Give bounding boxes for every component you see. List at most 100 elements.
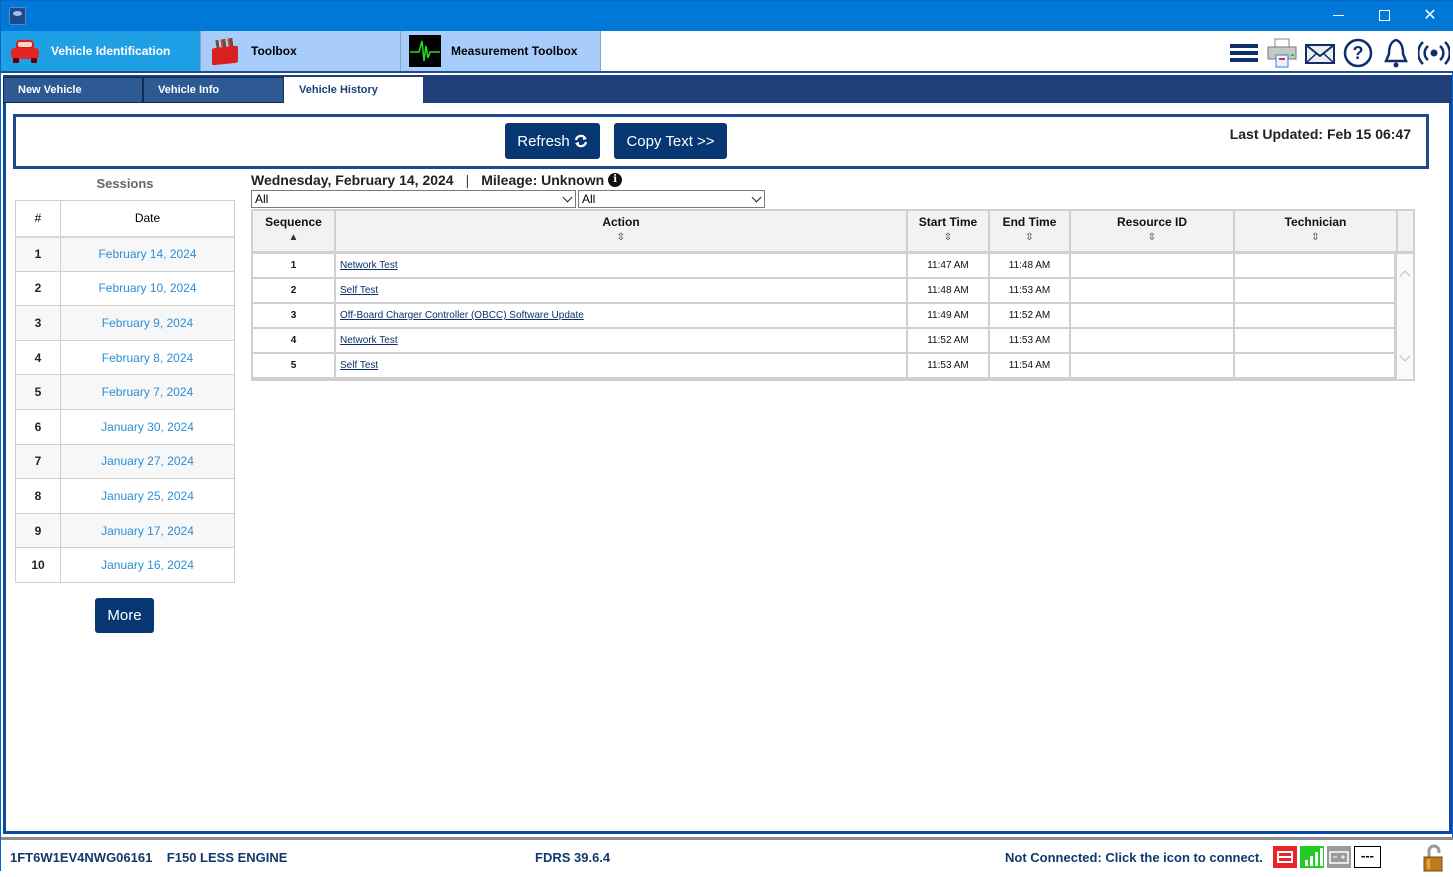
sessions-header-date: Date xyxy=(60,200,235,238)
connection-status[interactable]: Not Connected: Click the icon to connect… xyxy=(1005,850,1263,865)
info-icon[interactable]: i xyxy=(608,173,623,187)
secondary-filter-select[interactable]: All xyxy=(578,190,765,208)
session-num: 3 xyxy=(15,305,61,341)
maximize-button[interactable] xyxy=(1361,1,1407,31)
vehicle-id-label: 1FT6W1EV4NWG06161 F150 LESS ENGINE xyxy=(10,850,287,865)
session-row[interactable]: 1 February 14, 2024 xyxy=(15,236,235,272)
header-separator: | xyxy=(465,172,470,188)
cell-action: Network Test xyxy=(336,254,908,277)
top-icon-bar: ? xyxy=(1228,37,1450,69)
cell-start-time: 11:52 AM xyxy=(908,329,990,352)
tab-label: Measurement Toolbox xyxy=(451,44,578,58)
session-row[interactable]: 3 February 9, 2024 xyxy=(15,305,235,341)
version-label: FDRS 39.6.4 xyxy=(535,850,611,865)
cell-action: Off-Board Charger Controller (OBCC) Soft… xyxy=(336,304,908,327)
cell-end-time: 11:53 AM xyxy=(990,329,1071,352)
unlock-icon[interactable] xyxy=(1421,844,1445,872)
session-date-link[interactable]: February 7, 2024 xyxy=(60,374,235,410)
column-header-technician[interactable]: Technician ⇳ xyxy=(1235,211,1398,251)
cell-resource-id xyxy=(1071,279,1235,302)
session-date-link[interactable]: February 10, 2024 xyxy=(60,270,235,307)
refresh-button[interactable]: Refresh xyxy=(505,123,600,159)
session-row[interactable]: 9 January 17, 2024 xyxy=(15,512,235,549)
chevron-down-icon xyxy=(562,192,573,203)
action-link[interactable]: Self Test xyxy=(340,360,378,371)
vin-text: 1FT6W1EV4NWG06161 xyxy=(10,850,153,865)
session-date-link[interactable]: February 8, 2024 xyxy=(60,339,235,376)
column-header-resource-id[interactable]: Resource ID ⇳ xyxy=(1071,211,1235,251)
cell-technician xyxy=(1235,279,1396,302)
session-date-link[interactable]: January 16, 2024 xyxy=(60,547,235,583)
cell-start-time: 11:53 AM xyxy=(908,354,990,377)
session-row[interactable]: 10 January 16, 2024 xyxy=(15,547,235,583)
cell-sequence: 2 xyxy=(253,279,336,302)
history-table: Sequence ▲ Action ⇳ Start Time ⇳ End Tim… xyxy=(251,209,1415,381)
action-link[interactable]: Network Test xyxy=(340,260,398,271)
minimize-button[interactable] xyxy=(1315,1,1361,31)
session-date-link[interactable]: February 14, 2024 xyxy=(60,236,235,272)
session-num: 6 xyxy=(15,408,61,445)
cell-action: Self Test xyxy=(336,279,908,302)
title-bar: ✕ xyxy=(1,1,1453,31)
mail-icon[interactable] xyxy=(1304,37,1336,69)
wireless-icon[interactable] xyxy=(1418,37,1450,69)
session-date-link[interactable]: January 27, 2024 xyxy=(60,443,235,480)
tab-new-vehicle[interactable]: New Vehicle xyxy=(3,77,143,103)
help-icon[interactable]: ? xyxy=(1342,37,1374,69)
scroll-up-icon[interactable] xyxy=(1399,270,1411,282)
signal-strength-icon[interactable] xyxy=(1300,846,1324,868)
scroll-down-icon[interactable] xyxy=(1399,350,1411,362)
history-table-header: Sequence ▲ Action ⇳ Start Time ⇳ End Tim… xyxy=(253,211,1413,252)
session-row[interactable]: 7 January 27, 2024 xyxy=(15,443,235,480)
menu-icon[interactable] xyxy=(1228,37,1260,69)
cell-resource-id xyxy=(1071,254,1235,277)
column-label: Sequence xyxy=(265,215,322,229)
action-link[interactable]: Self Test xyxy=(340,285,378,296)
session-row[interactable]: 6 January 30, 2024 xyxy=(15,408,235,445)
printer-icon[interactable] xyxy=(1266,37,1298,69)
tab-vehicle-history[interactable]: Vehicle History xyxy=(284,77,423,103)
session-row[interactable]: 4 February 8, 2024 xyxy=(15,339,235,376)
tab-toolbox[interactable]: Toolbox xyxy=(201,31,401,71)
main-tab-bar: Vehicle Identification Toolbox Measureme… xyxy=(1,31,1453,73)
sessions-header-num: # xyxy=(15,200,61,238)
session-date-link[interactable]: January 30, 2024 xyxy=(60,408,235,445)
tab-label: Toolbox xyxy=(251,44,297,58)
session-row[interactable]: 5 February 7, 2024 xyxy=(15,374,235,410)
close-button[interactable]: ✕ xyxy=(1407,1,1453,31)
session-num: 2 xyxy=(15,270,61,307)
column-label: Action xyxy=(602,215,640,229)
vci-connect-icon[interactable] xyxy=(1273,846,1297,868)
svg-text:?: ? xyxy=(1353,43,1364,63)
session-row[interactable]: 8 January 25, 2024 xyxy=(15,478,235,514)
sort-icon: ⇳ xyxy=(1311,232,1320,243)
tab-vehicle-info[interactable]: Vehicle Info xyxy=(143,77,284,103)
sessions-table: # Date 1 February 14, 2024 2 February 10, … xyxy=(15,200,235,583)
sort-ascending-icon: ▲ xyxy=(288,232,299,243)
cell-technician xyxy=(1235,254,1396,277)
cell-end-time: 11:48 AM xyxy=(990,254,1071,277)
session-date-title: Wednesday, February 14, 2024 xyxy=(251,172,454,188)
session-date-link[interactable]: January 17, 2024 xyxy=(60,512,235,549)
action-link[interactable]: Off-Board Charger Controller (OBCC) Soft… xyxy=(340,310,584,321)
tab-measurement-toolbox[interactable]: Measurement Toolbox xyxy=(401,31,601,71)
more-button[interactable]: More xyxy=(95,598,154,633)
action-link[interactable]: Network Test xyxy=(340,335,398,346)
table-scrollbar[interactable] xyxy=(1396,254,1413,379)
sort-icon: ⇳ xyxy=(1147,232,1157,243)
column-header-sequence[interactable]: Sequence ▲ xyxy=(253,211,336,251)
session-date-link[interactable]: February 9, 2024 xyxy=(60,305,235,341)
column-header-action[interactable]: Action ⇳ xyxy=(336,211,908,251)
column-header-end-time[interactable]: End Time ⇳ xyxy=(990,211,1071,251)
session-date-link[interactable]: January 25, 2024 xyxy=(60,478,235,514)
bell-icon[interactable] xyxy=(1380,37,1412,69)
session-row[interactable]: 2 February 10, 2024 xyxy=(15,270,235,307)
tab-vehicle-identification[interactable]: Vehicle Identification xyxy=(1,31,201,71)
copy-text-button[interactable]: Copy Text >> xyxy=(614,123,727,159)
battery-icon[interactable] xyxy=(1327,846,1351,868)
column-header-start-time[interactable]: Start Time ⇳ xyxy=(908,211,990,251)
action-filter-select[interactable]: All xyxy=(251,190,576,208)
voltage-indicator[interactable]: --- xyxy=(1354,846,1381,868)
cell-technician xyxy=(1235,304,1396,327)
status-bar: 1FT6W1EV4NWG06161 F150 LESS ENGINE FDRS … xyxy=(1,837,1453,872)
